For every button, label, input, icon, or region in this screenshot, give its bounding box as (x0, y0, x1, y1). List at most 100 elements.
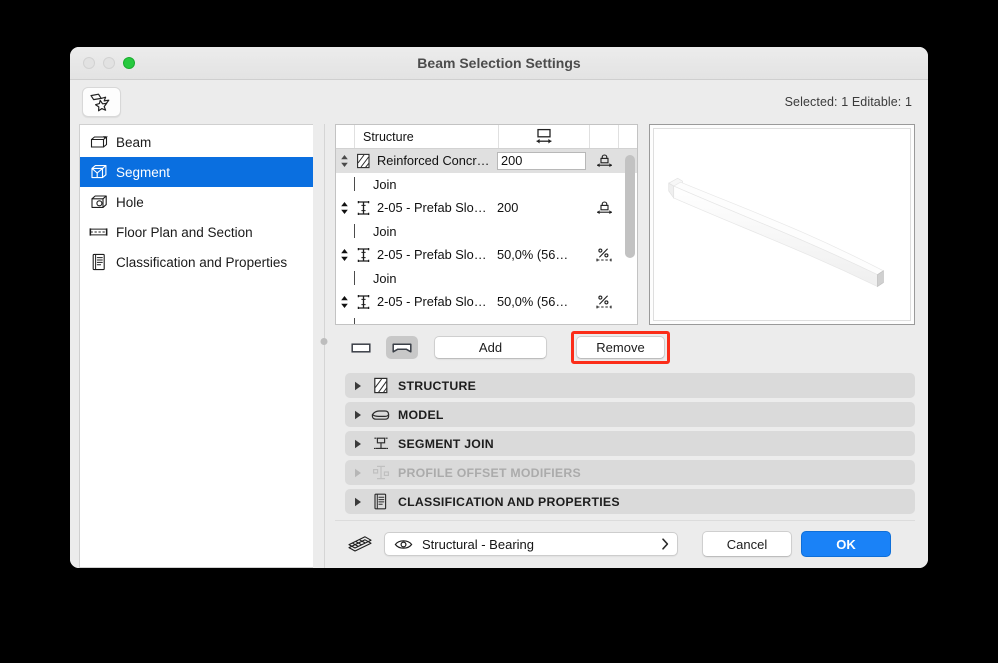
structure-list-body[interactable]: Reinforced Concr… 200 Join 2-05 - Prefab… (336, 149, 637, 324)
list-header-scroll-col (619, 125, 637, 148)
window-title: Beam Selection Settings (417, 55, 581, 71)
section-classification-and-properties[interactable]: CLASSIFICATION AND PROPERTIES (345, 489, 915, 514)
close-button[interactable] (83, 57, 95, 69)
remove-button-highlight: Remove (571, 331, 670, 364)
structure-list-header: Structure (336, 125, 637, 149)
chevron-right-icon[interactable] (661, 538, 669, 550)
tapered-segment-toggle[interactable] (386, 336, 418, 359)
hole-icon (89, 193, 108, 211)
tapered-segment-icon (392, 342, 412, 354)
floor-plan-section-icon (89, 223, 108, 241)
section-label: PROFILE OFFSET MODIFIERS (398, 465, 581, 480)
list-header-order-col (336, 125, 355, 148)
hatch-concrete-icon (353, 153, 373, 169)
sidebar-item-label: Hole (116, 194, 144, 210)
sidebar-item-label: Beam (116, 134, 152, 150)
minimize-button[interactable] (103, 57, 115, 69)
chevron-right-icon[interactable] (353, 496, 363, 507)
chevron-right-icon (353, 467, 363, 478)
dialog-body: Beam Segment Hole Floor Plan and Section… (70, 124, 928, 568)
table-row[interactable]: 2-05 - Prefab Slo… 50,0% (56… (336, 243, 637, 267)
chevron-right-icon[interactable] (353, 409, 363, 420)
classification-properties-icon (371, 493, 390, 511)
sidebar-item-classification-and-properties[interactable]: Classification and Properties (80, 247, 313, 277)
join-label: Join (373, 223, 397, 239)
eye-icon[interactable] (394, 538, 413, 551)
chevron-right-icon[interactable] (353, 380, 363, 391)
profile-i-beam-icon (353, 294, 373, 310)
section-structure[interactable]: STRUCTURE (345, 373, 915, 398)
segment-structure-region: Structure Reinforced Concr… 200 Join 2-0… (335, 124, 915, 325)
straight-segment-icon (351, 342, 371, 354)
row-width-value[interactable]: 50,0% (56… (494, 294, 589, 309)
table-row[interactable]: 2-05 - Prefab Slo… 50,0% (56… (336, 290, 637, 314)
add-button[interactable]: Add (434, 336, 547, 359)
selection-status: Selected: 1 Editable: 1 (784, 95, 912, 109)
row-width-value[interactable]: 50,0% (56… (494, 247, 589, 262)
preview-canvas (653, 128, 911, 321)
layers-stack-icon[interactable] (345, 534, 375, 554)
list-header-lock-col (590, 125, 619, 148)
section-profile-offset-modifiers: PROFILE OFFSET MODIFIERS (345, 460, 915, 485)
selection-tool-button[interactable] (82, 87, 121, 117)
magic-wand-pick-icon (89, 92, 115, 112)
chevron-right-icon[interactable] (353, 438, 363, 449)
proportional-width-icon[interactable] (589, 247, 619, 263)
layer-value: Structural - Bearing (422, 536, 534, 552)
sidebar-item-label: Classification and Properties (116, 254, 288, 270)
section-segment-join[interactable]: SEGMENT JOIN (345, 431, 915, 456)
join-connector-icon (336, 318, 373, 324)
classification-properties-icon (89, 253, 108, 271)
panel-splitter[interactable] (313, 124, 335, 568)
splitter-handle[interactable] (320, 338, 328, 345)
dialog-footer: Structural - Bearing Cancel OK (335, 520, 915, 567)
list-scrollbar[interactable] (625, 152, 635, 321)
cancel-button[interactable]: Cancel (702, 531, 792, 557)
proportional-width-icon[interactable] (589, 294, 619, 310)
settings-sections: STRUCTURE MODEL SEGMENT JOIN PROFILE OFF… (335, 370, 915, 518)
row-width-input[interactable]: 200 (497, 151, 586, 170)
sidebar-item-floor-plan-and-section[interactable]: Floor Plan and Section (80, 217, 313, 247)
row-reorder-handle[interactable] (336, 248, 353, 262)
remove-button[interactable]: Remove (576, 336, 665, 359)
settings-content: Structure Reinforced Concr… 200 Join 2-0… (335, 124, 928, 568)
profile-offset-icon (371, 464, 390, 482)
splitter-bar (323, 124, 325, 568)
straight-segment-toggle[interactable] (345, 336, 377, 359)
section-label: CLASSIFICATION AND PROPERTIES (398, 494, 620, 509)
list-item[interactable]: Join (336, 220, 637, 244)
sidebar-item-label: Segment (116, 164, 171, 180)
dialog-toolbar: Selected: 1 Editable: 1 (70, 80, 928, 124)
scrollbar-thumb[interactable] (625, 155, 635, 258)
section-model[interactable]: MODEL (345, 402, 915, 427)
sidebar-item-segment[interactable]: Segment (80, 157, 313, 187)
fixed-width-lock-icon[interactable] (589, 153, 619, 168)
row-reorder-handle[interactable] (336, 154, 353, 168)
row-reorder-handle[interactable] (336, 295, 353, 309)
row-structure-name: 2-05 - Prefab Slo… (377, 200, 487, 216)
list-item[interactable]: Join (336, 267, 637, 291)
table-row[interactable]: 2-05 - Prefab Slo… 200 (336, 196, 637, 220)
table-row[interactable]: Reinforced Concr… 200 (336, 149, 637, 173)
list-item[interactable]: Join (336, 173, 637, 197)
profile-i-beam-icon (353, 200, 373, 216)
sidebar-item-hole[interactable]: Hole (80, 187, 313, 217)
section-label: SEGMENT JOIN (398, 436, 494, 451)
sidebar-item-beam[interactable]: Beam (80, 127, 313, 157)
hatch-concrete-icon (371, 377, 390, 395)
maximize-button[interactable] (123, 57, 135, 69)
join-connector-icon (336, 224, 373, 239)
profile-i-beam-icon (353, 247, 373, 263)
beam-3d-preview[interactable] (649, 124, 915, 325)
list-header-structure: Structure (355, 125, 499, 148)
ok-button[interactable]: OK (801, 531, 891, 557)
section-label: STRUCTURE (398, 378, 477, 393)
list-item[interactable] (336, 314, 637, 324)
fixed-width-lock-icon[interactable] (589, 200, 619, 215)
layer-select[interactable]: Structural - Bearing (384, 532, 678, 556)
row-width-value[interactable]: 200 (494, 200, 589, 215)
row-structure-name: Reinforced Concr… (377, 153, 490, 169)
list-action-row: Add Remove (335, 325, 915, 370)
row-reorder-handle[interactable] (336, 201, 353, 215)
window-titlebar: Beam Selection Settings (70, 47, 928, 80)
